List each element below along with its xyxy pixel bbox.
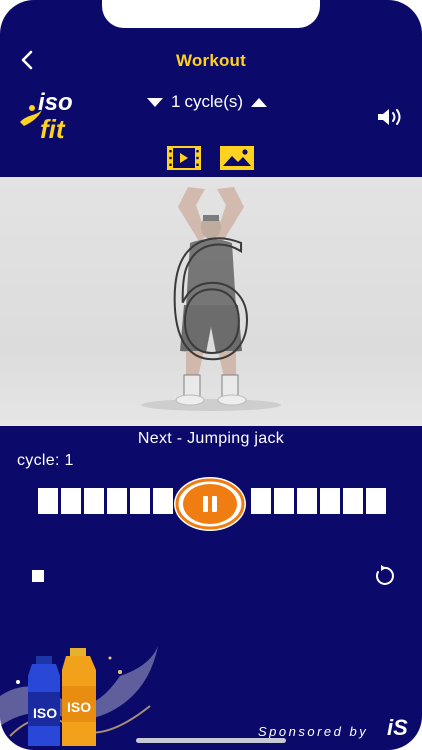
progress-segment: [320, 488, 340, 514]
pause-button[interactable]: [172, 476, 248, 532]
progress-segment: [297, 488, 317, 514]
progress-segment: [38, 488, 58, 514]
cycle-count-label: cycle: 1: [17, 452, 74, 469]
progress-segment: [274, 488, 294, 514]
progress-segment: [343, 488, 363, 514]
image-icon[interactable]: [219, 145, 255, 171]
cycle-value: 1: [171, 92, 181, 111]
sponsor-bottles-image: ISO ISO: [0, 646, 158, 746]
sponsored-by-label: Sponsored by: [258, 724, 369, 739]
progress-segment: [107, 488, 127, 514]
film-icon[interactable]: [166, 145, 202, 171]
sponsor-logo: iS: [387, 715, 408, 740]
exercise-video[interactable]: 6: [0, 177, 422, 426]
refresh-icon[interactable]: [372, 564, 396, 588]
next-exercise-label: Next - Jumping jack: [137, 430, 285, 447]
home-indicator[interactable]: [136, 738, 286, 743]
logo-line1: iso: [38, 89, 73, 116]
cycle-unit: cycle(s): [184, 92, 244, 111]
progress-segment: [130, 488, 150, 514]
increase-cycle-icon[interactable]: [249, 95, 269, 109]
speaker-icon[interactable]: [376, 106, 404, 128]
isofit-logo: iso fit: [20, 89, 73, 144]
device-notch: [102, 0, 320, 28]
page-title: Workout: [175, 51, 247, 70]
progress-segment: [153, 488, 173, 514]
sponsor-logo-text: iS: [387, 715, 408, 740]
progress-segment: [61, 488, 81, 514]
progress-segment: [366, 488, 386, 514]
app-screen: Workout iso fit 1 cycle(s) 6 Next - Jump…: [0, 0, 422, 750]
svg-text:ISO: ISO: [67, 699, 91, 715]
countdown-number: 6: [158, 207, 262, 396]
logo-line2: fit: [40, 114, 66, 144]
svg-text:ISO: ISO: [33, 705, 57, 721]
progress-segment: [84, 488, 104, 514]
cycle-selector: 1 cycle(s): [145, 92, 269, 112]
stop-icon[interactable]: [32, 570, 44, 582]
decrease-cycle-icon[interactable]: [145, 95, 165, 109]
progress-segment: [251, 488, 271, 514]
